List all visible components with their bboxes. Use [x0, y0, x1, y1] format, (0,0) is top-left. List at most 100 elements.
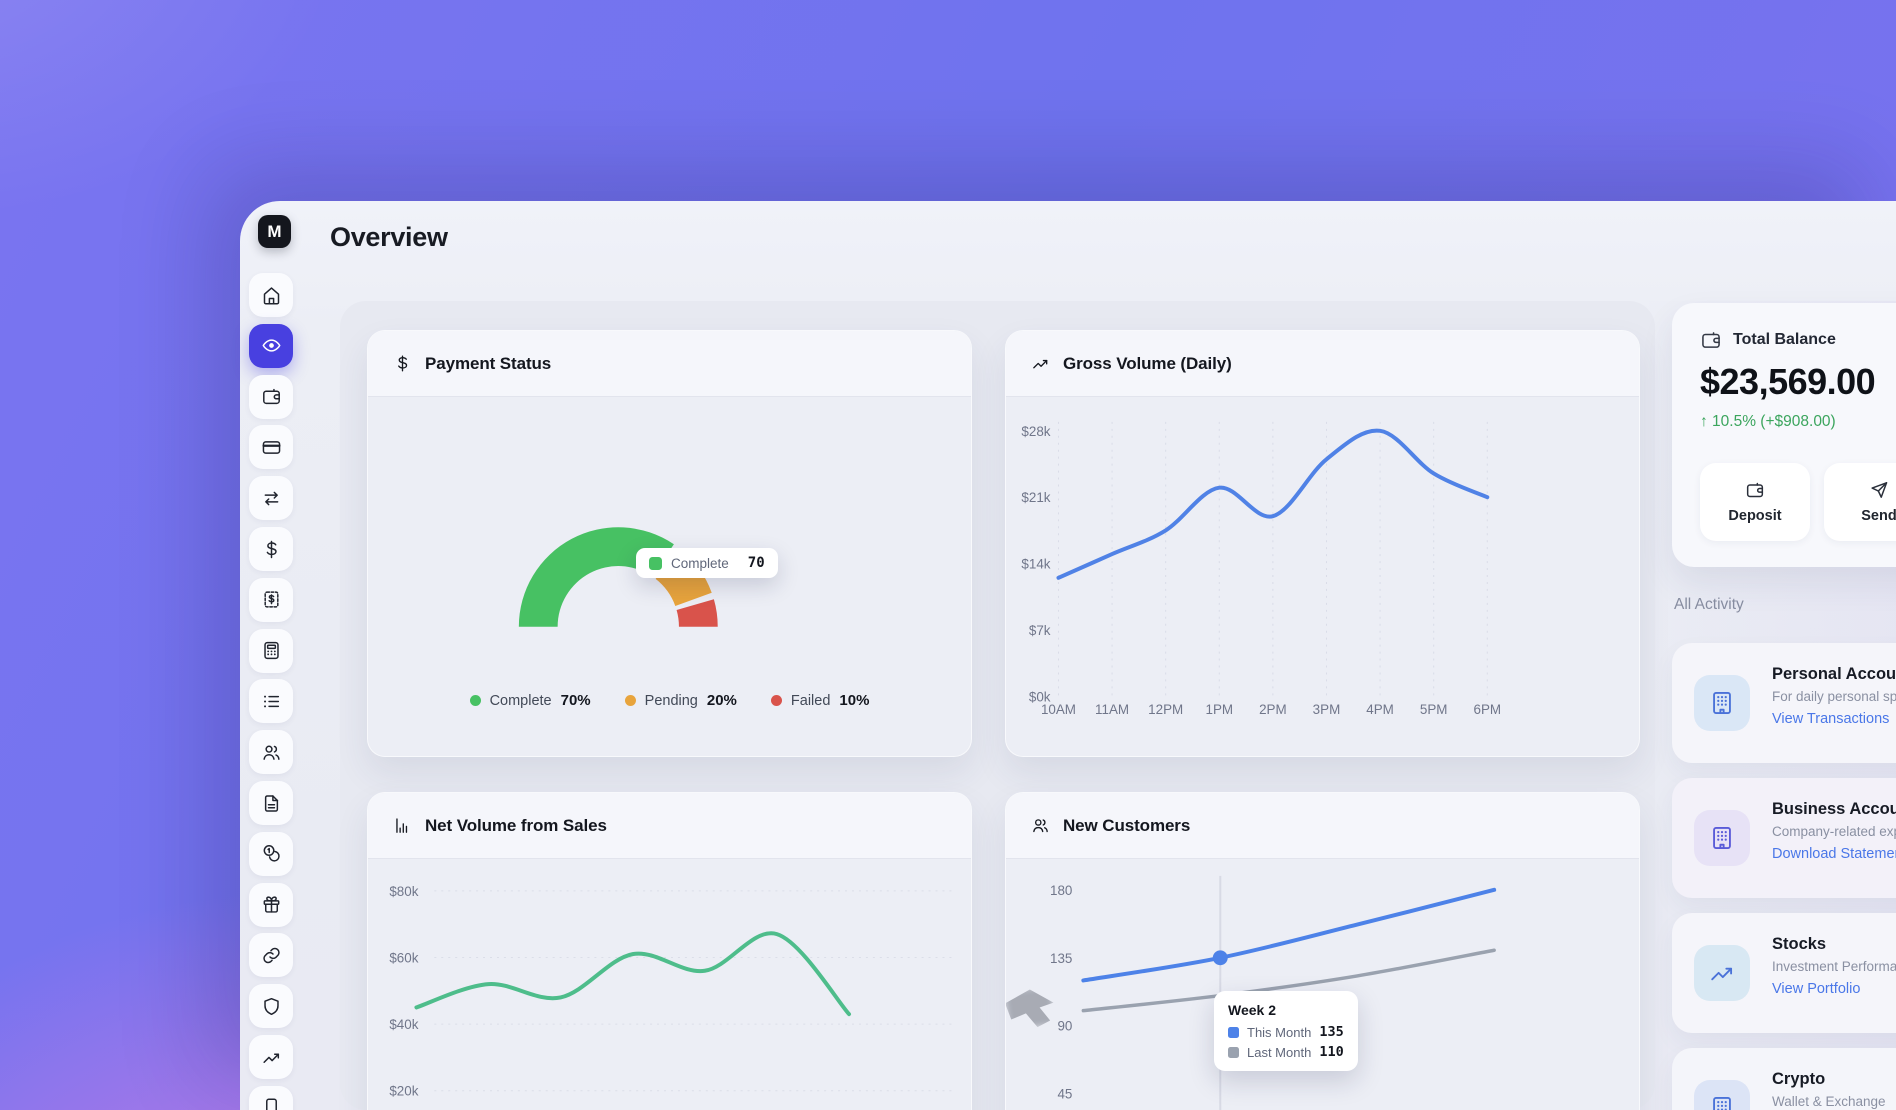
sidebar-item-wallet[interactable] [249, 375, 293, 419]
sidebar-item-device[interactable] [249, 1086, 293, 1110]
sidebar-item-calculator[interactable] [249, 629, 293, 673]
x-axis-tick: 11AM [1095, 702, 1129, 717]
new-customers-chart[interactable]: 4590135180 Week 2 This Month135Last Mont… [1006, 860, 1639, 1110]
building-icon [1694, 1080, 1750, 1110]
card-header: Gross Volume (Daily) [1006, 331, 1639, 397]
card-header: New Customers [1006, 793, 1639, 859]
sidebar-item-users[interactable] [249, 730, 293, 774]
app-logo[interactable]: M [258, 215, 291, 248]
legend-item: Pending 20% [625, 692, 737, 709]
y-axis-tick: $7k [1029, 623, 1051, 638]
tooltip-label: Complete [671, 556, 729, 571]
x-axis-tick: 6PM [1473, 702, 1501, 717]
payment-gauge-chart[interactable]: Complete 70 Complete70%Pending20%Failed1… [368, 398, 971, 756]
line-chart-canvas: 4590135180 [1006, 860, 1639, 1110]
net-volume-chart[interactable]: $20k$40k$60k$80k [368, 860, 971, 1110]
new-customers-card: New Customers 4590135180 Week 2 This Mon… [1005, 792, 1640, 1110]
legend-item: Complete 70% [470, 692, 591, 709]
building-icon [1694, 810, 1750, 866]
activity-subtitle: Company-related expenses [1772, 824, 1896, 839]
total-balance-header: Total Balance [1700, 329, 1836, 351]
card-title: Payment Status [425, 354, 551, 374]
x-axis-tick: 4PM [1366, 702, 1394, 717]
card-title: Net Volume from Sales [425, 816, 607, 836]
activity-title: Business Account [1772, 800, 1896, 819]
line-series-this-month [1083, 890, 1494, 981]
balance-actions: Deposit Send [1700, 463, 1896, 541]
trending-up-icon [1694, 945, 1750, 1001]
activity-card-business-account[interactable]: Business Account Company-related expenses… [1672, 778, 1896, 898]
total-balance-change: ↑ 10.5% (+$908.00) [1700, 413, 1836, 431]
activity-link[interactable]: View Transactions [1772, 711, 1896, 727]
y-axis-tick: $14k [1021, 557, 1050, 572]
button-label: Send [1861, 508, 1896, 524]
sidebar-item-shield[interactable] [249, 984, 293, 1028]
legend-label: Failed [791, 693, 831, 709]
sidebar-item-list[interactable] [249, 679, 293, 723]
chart-legend: Complete 70% Pending 20% Failed 10% [368, 692, 971, 709]
sidebar-item-link[interactable] [249, 933, 293, 977]
activity-subtitle: Wallet & Exchange [1772, 1094, 1896, 1109]
deposit-button[interactable]: Deposit [1700, 463, 1810, 541]
card-header: Payment Status [368, 331, 971, 397]
send-button[interactable]: Send [1824, 463, 1896, 541]
y-axis-tick: $21k [1021, 490, 1050, 505]
sidebar-item-dollar[interactable] [249, 527, 293, 571]
y-axis-tick: $28k [1021, 424, 1050, 439]
card-title: Gross Volume (Daily) [1063, 354, 1232, 374]
legend-label: Pending [645, 693, 698, 709]
sidebar-item-transfer[interactable] [249, 476, 293, 520]
legend-value: 70% [561, 692, 591, 709]
receipt-icon [261, 589, 282, 610]
activity-card-personal-account[interactable]: Personal AccountFor daily personal spend… [1672, 643, 1896, 763]
document-icon [261, 793, 282, 814]
gross-volume-card: Gross Volume (Daily) $0k$7k$14k$21k$28k1… [1005, 330, 1640, 757]
card-title: New Customers [1063, 816, 1190, 836]
coins-icon [261, 843, 282, 864]
y-axis-tick: 135 [1050, 951, 1072, 966]
total-balance-label: Total Balance [1733, 331, 1836, 349]
highlight-point [1213, 950, 1228, 965]
payment-status-card: Payment Status Complete 70 Complete70%Pe… [367, 330, 972, 757]
sidebar-item-document[interactable] [249, 781, 293, 825]
legend-value: 20% [707, 692, 737, 709]
activity-card-crypto[interactable]: CryptoWallet & Exchange [1672, 1048, 1896, 1110]
legend-label: Complete [490, 693, 552, 709]
home-icon [261, 285, 282, 306]
sidebar-item-trending-up[interactable] [249, 1035, 293, 1079]
link-icon [261, 945, 282, 966]
page-title: Overview [330, 222, 448, 253]
activity-subtitle: For daily personal spending [1772, 689, 1896, 704]
x-axis-tick: 2PM [1259, 702, 1287, 717]
sidebar-item-coins[interactable] [249, 832, 293, 876]
button-label: Deposit [1728, 508, 1781, 524]
y-axis-tick: 90 [1057, 1019, 1072, 1034]
y-axis-tick: $60k [389, 950, 418, 965]
building-icon [1694, 675, 1750, 731]
sidebar-item-gift[interactable] [249, 883, 293, 927]
x-axis-tick: 3PM [1313, 702, 1341, 717]
activity-link[interactable]: Download Statement [1772, 846, 1896, 862]
sidebar-item-receipt[interactable] [249, 578, 293, 622]
legend-dot [625, 695, 636, 706]
sidebar-item-home[interactable] [249, 273, 293, 317]
y-axis-tick: 180 [1050, 883, 1072, 898]
gross-volume-chart[interactable]: $0k$7k$14k$21k$28k10AM11AM12PM1PM2PM3PM4… [1006, 398, 1639, 756]
y-axis-tick: $40k [389, 1017, 418, 1032]
line-chart-canvas: $0k$7k$14k$21k$28k10AM11AM12PM1PM2PM3PM4… [1006, 398, 1639, 756]
wallet-icon [1700, 329, 1722, 351]
eye-icon [261, 335, 282, 356]
send-icon [1869, 480, 1889, 500]
activity-card-stocks[interactable]: StocksInvestment PerformanceView Portfol… [1672, 913, 1896, 1033]
activity-title: Stocks [1772, 935, 1896, 954]
tooltip-row: Last Month110 [1228, 1044, 1344, 1060]
gift-icon [261, 894, 282, 915]
activity-link[interactable]: View Portfolio [1772, 981, 1896, 997]
device-icon [261, 1097, 282, 1110]
sidebar-item-credit-card[interactable] [249, 425, 293, 469]
legend-value: 10% [839, 692, 869, 709]
transfer-icon [261, 488, 282, 509]
x-axis-tick: 5PM [1420, 702, 1448, 717]
gauge-segment-failed [677, 599, 718, 626]
sidebar-item-eye[interactable] [249, 324, 293, 368]
